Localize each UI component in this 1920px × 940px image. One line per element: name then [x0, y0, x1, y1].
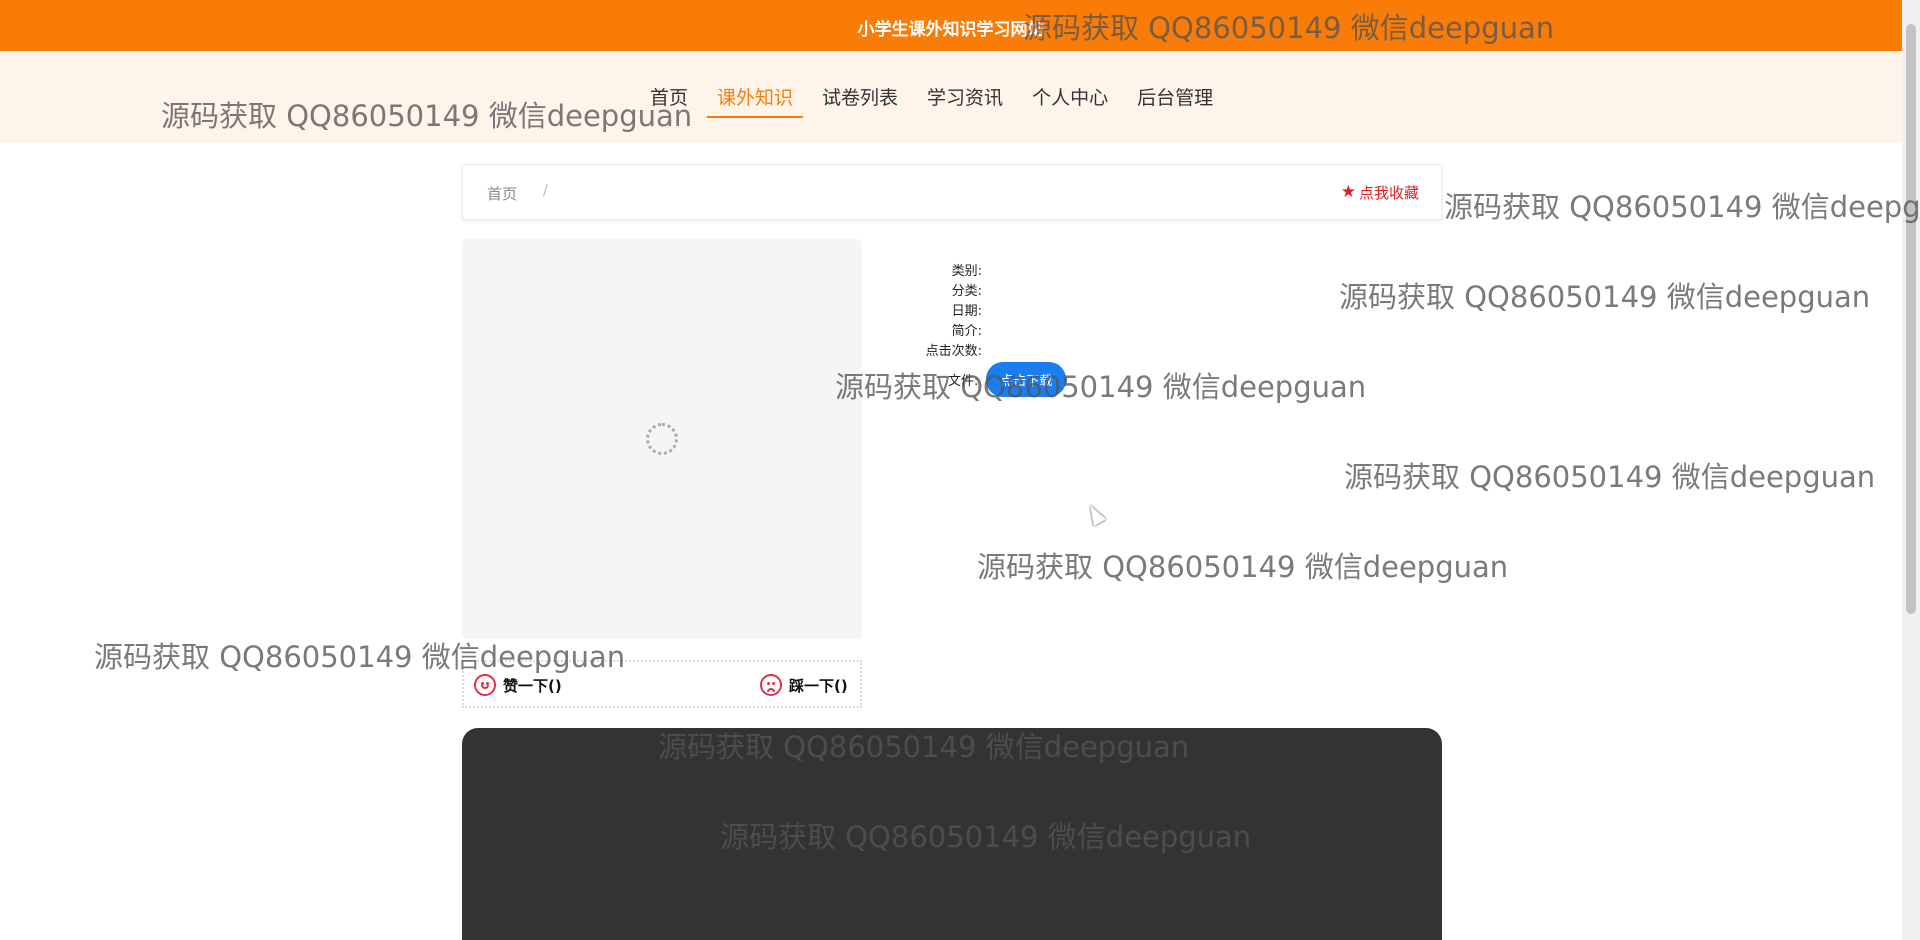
watermark-text: 源码获取 QQ86050149 微信deepguan [835, 370, 1367, 404]
main-navigation: 首页 课外知识 试卷列表 学习资讯 个人中心 后台管理 [0, 51, 1902, 143]
vote-bar: 赞一下() 踩一下() [462, 660, 862, 708]
loading-spinner-icon [646, 423, 678, 455]
nav-item-extracurricular-knowledge[interactable]: 课外知识 [707, 83, 804, 118]
smile-face-icon [474, 674, 496, 696]
file-row: 文件: 点击下载 [948, 362, 1067, 397]
breadcrumb-home-link[interactable]: 首页 [487, 183, 517, 204]
cover-image-placeholder [462, 239, 862, 639]
favorite-label: 点我收藏 [1358, 184, 1419, 202]
favorite-button[interactable]: ★ 点我收藏 [1341, 182, 1419, 203]
nav-item-study-news[interactable]: 学习资讯 [917, 83, 1013, 118]
nav-item-exam-list[interactable]: 试卷列表 [812, 83, 908, 118]
top-header-bar: 小学生课外知识学习网站 [0, 0, 1902, 51]
like-button[interactable]: 赞一下() [474, 674, 562, 696]
dislike-label: 踩一下() [789, 676, 848, 695]
breadcrumb-separator: / [543, 183, 548, 199]
watermark-text: 源码获取 QQ86050149 微信deepguan [1444, 190, 1920, 224]
scrollbar-thumb[interactable] [1906, 24, 1916, 614]
download-button[interactable]: 点击下载 [986, 362, 1067, 397]
nav-item-personal-center[interactable]: 个人中心 [1022, 83, 1118, 118]
like-label: 赞一下() [503, 676, 562, 695]
dislike-button[interactable]: 踩一下() [760, 674, 848, 696]
category-label: 类别: [951, 264, 982, 279]
watermark-text: 源码获取 QQ86050149 微信deepguan [1339, 280, 1871, 314]
click-count-label: 点击次数: [925, 344, 982, 359]
content-detail-panel [462, 728, 1442, 940]
vertical-scrollbar[interactable] [1902, 0, 1920, 940]
mouse-cursor-icon [1083, 501, 1107, 527]
watermark-text: 源码获取 QQ86050149 微信deepguan [977, 550, 1509, 584]
intro-label: 简介: [951, 324, 982, 339]
nav-item-admin[interactable]: 后台管理 [1127, 83, 1223, 118]
star-icon: ★ [1340, 182, 1356, 202]
frown-face-icon [760, 674, 782, 696]
detail-info-list: 类别: 分类: 日期: 简介: 点击次数: [880, 262, 982, 362]
nav-item-home[interactable]: 首页 [640, 83, 698, 118]
date-label: 日期: [951, 304, 982, 319]
breadcrumb: 首页 / ★ 点我收藏 [462, 164, 1442, 220]
file-label: 文件: [948, 374, 979, 389]
site-title: 小学生课外知识学习网站 [857, 20, 1045, 40]
nav-menu: 首页 课外知识 试卷列表 学习资讯 个人中心 后台管理 [640, 83, 1232, 118]
classification-label: 分类: [951, 284, 982, 299]
watermark-text: 源码获取 QQ86050149 微信deepguan [1344, 460, 1876, 494]
